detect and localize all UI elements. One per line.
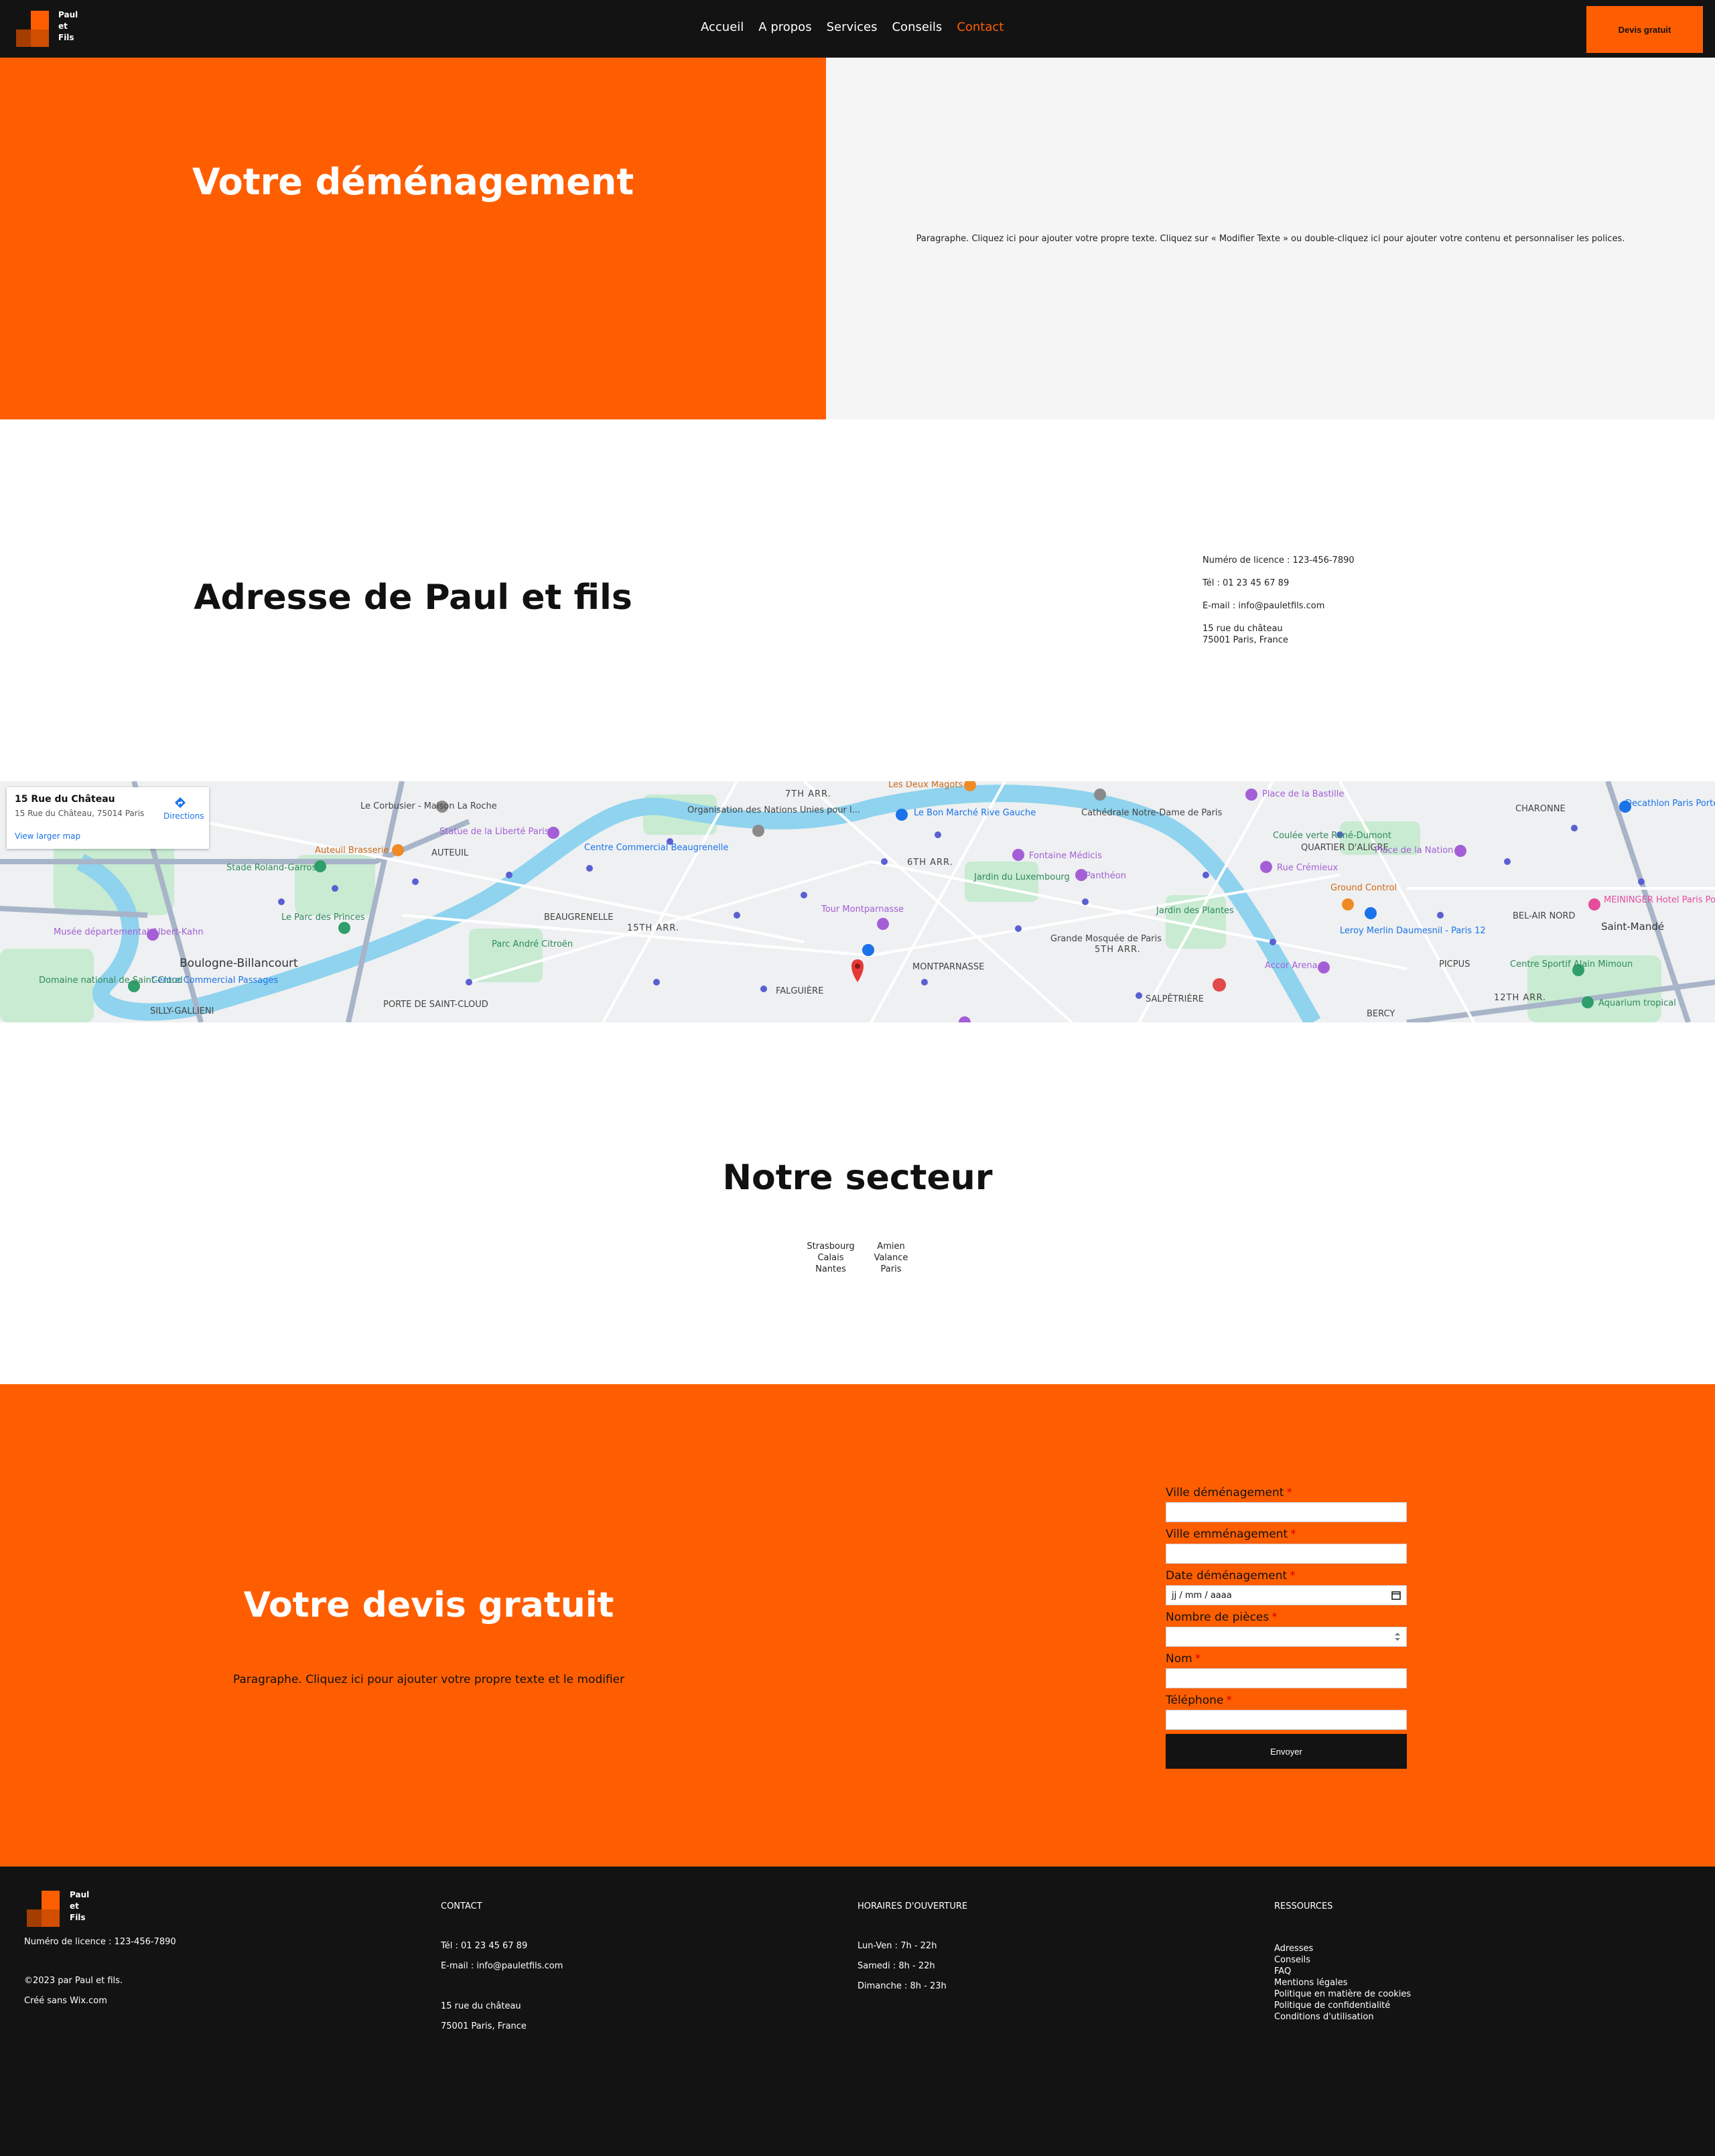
footer-phone: Tél : 01 23 45 67 89	[441, 1941, 528, 1951]
hero-paragraph: Paragraphe. Cliquez ici pour ajouter vot…	[916, 234, 1625, 244]
footer-license: Numéro de licence : 123-456-7890	[24, 1937, 176, 1947]
hours-weekday: Lun-Ven : 7h - 22h	[858, 1941, 937, 1951]
link-conditions[interactable]: Conditions d'utilisation	[1274, 2011, 1411, 2023]
field-label: Nombre de pièces *	[1166, 1611, 1278, 1624]
field-label: Ville déménagement *	[1166, 1486, 1292, 1499]
site-footer: Paul et Fils Numéro de licence : 123-456…	[0, 1867, 1715, 2156]
hours-saturday: Samedi : 8h - 22h	[858, 1961, 935, 1971]
link-confidentialite[interactable]: Politique de confidentialité	[1274, 2000, 1411, 2011]
field-label: Date déménagement *	[1166, 1569, 1296, 1582]
link-adresses[interactable]: Adresses	[1274, 1943, 1411, 1954]
license-number: Numéro de licence : 123-456-7890	[1203, 555, 1355, 565]
map-graphic	[0, 781, 1715, 1022]
hours-heading: HORAIRES D'OUVERTURE	[858, 1901, 968, 1911]
field-label: Téléphone *	[1166, 1694, 1232, 1707]
footer-made-with: Créé sans Wix.com	[24, 1996, 107, 2006]
city-address: 75001 Paris, France	[1203, 635, 1288, 645]
directions-icon	[175, 797, 186, 808]
footer-copyright: ©2023 par Paul et fils.	[24, 1976, 123, 1986]
google-map[interactable]: 7TH ARR. 6TH ARR. 5TH ARR. 15TH ARR. 12T…	[0, 781, 1715, 1022]
hero-title: Votre déménagement	[192, 161, 634, 203]
view-larger-map-link[interactable]: View larger map	[15, 831, 80, 841]
nombre-pieces-input[interactable]	[1166, 1627, 1407, 1647]
nom-input[interactable]	[1166, 1668, 1407, 1688]
link-cookies[interactable]: Politique en matière de cookies	[1274, 1989, 1411, 2000]
map-info-card: 15 Rue du Château 15 Rue du Château, 750…	[7, 787, 209, 849]
date-demenagement-input[interactable]: jj / mm / aaaa	[1166, 1585, 1407, 1605]
field-label: Ville emménagement *	[1166, 1528, 1296, 1541]
footer-email[interactable]: E-mail : info@pauletfils.com	[441, 1960, 563, 1972]
footer-logo-icon[interactable]	[27, 1891, 67, 1931]
hours-sunday: Dimanche : 8h - 23h	[858, 1981, 947, 1991]
nav-services[interactable]: Services	[827, 20, 878, 34]
field-label: Nom *	[1166, 1652, 1201, 1666]
calendar-icon[interactable]	[1391, 1591, 1401, 1600]
resources-links: Adresses Conseils FAQ Mentions légales P…	[1274, 1943, 1411, 2023]
footer-logo-text: Paul et Fils	[70, 1890, 90, 1922]
stepper-icon[interactable]	[1394, 1631, 1401, 1642]
quote-paragraph: Paragraphe. Cliquez ici pour ajouter vot…	[232, 1673, 625, 1686]
nav-accueil[interactable]: Accueil	[701, 20, 744, 34]
link-conseils[interactable]: Conseils	[1274, 1954, 1411, 1966]
ville-emmenagement-input[interactable]	[1166, 1544, 1407, 1564]
phone-number: Tél : 01 23 45 67 89	[1203, 578, 1290, 588]
nav-contact[interactable]: Contact	[957, 20, 1004, 34]
footer-city: 75001 Paris, France	[441, 2021, 527, 2031]
sector-title: Notre secteur	[722, 1158, 993, 1198]
hero-left-panel	[0, 58, 826, 419]
link-mentions-legales[interactable]: Mentions légales	[1274, 1977, 1411, 1989]
email-address: E-mail : info@pauletfils.com	[1203, 601, 1325, 611]
sector-cities-left: Strasbourg Calais Nantes	[807, 1241, 855, 1274]
link-faq[interactable]: FAQ	[1274, 1966, 1411, 1977]
street-address: 15 rue du château	[1203, 624, 1283, 634]
sector-cities-right: Amien Valance Paris	[874, 1241, 908, 1274]
quote-form: Ville déménagement * Ville emménagement * …	[1166, 1485, 1407, 1769]
resources-heading: RESSOURCES	[1274, 1901, 1333, 1911]
nav-conseils[interactable]: Conseils	[892, 20, 942, 34]
main-nav: Accueil A propos Services Conseils Conta…	[701, 20, 1018, 34]
logo-text[interactable]: Paul et Fils	[58, 9, 78, 44]
quote-section	[0, 1384, 1715, 1867]
site-header: Paul et Fils Accueil A propos Services C…	[0, 0, 1715, 58]
telephone-input[interactable]	[1166, 1710, 1407, 1730]
ville-demenagement-input[interactable]	[1166, 1502, 1407, 1522]
nav-a-propos[interactable]: A propos	[758, 20, 811, 34]
contact-heading: CONTACT	[441, 1901, 482, 1911]
directions-button[interactable]: Directions	[163, 797, 204, 821]
address-info: Numéro de licence : 123-456-7890 Tél : 0…	[1203, 555, 1355, 646]
quote-title: Votre devis gratuit	[243, 1585, 614, 1625]
devis-gratuit-button[interactable]: Devis gratuit	[1586, 6, 1703, 53]
footer-street: 15 rue du château	[441, 2001, 521, 2011]
address-title: Adresse de Paul et fils	[194, 578, 632, 618]
envoyer-button[interactable]: Envoyer	[1166, 1734, 1407, 1769]
logo-icon[interactable]	[16, 11, 56, 51]
